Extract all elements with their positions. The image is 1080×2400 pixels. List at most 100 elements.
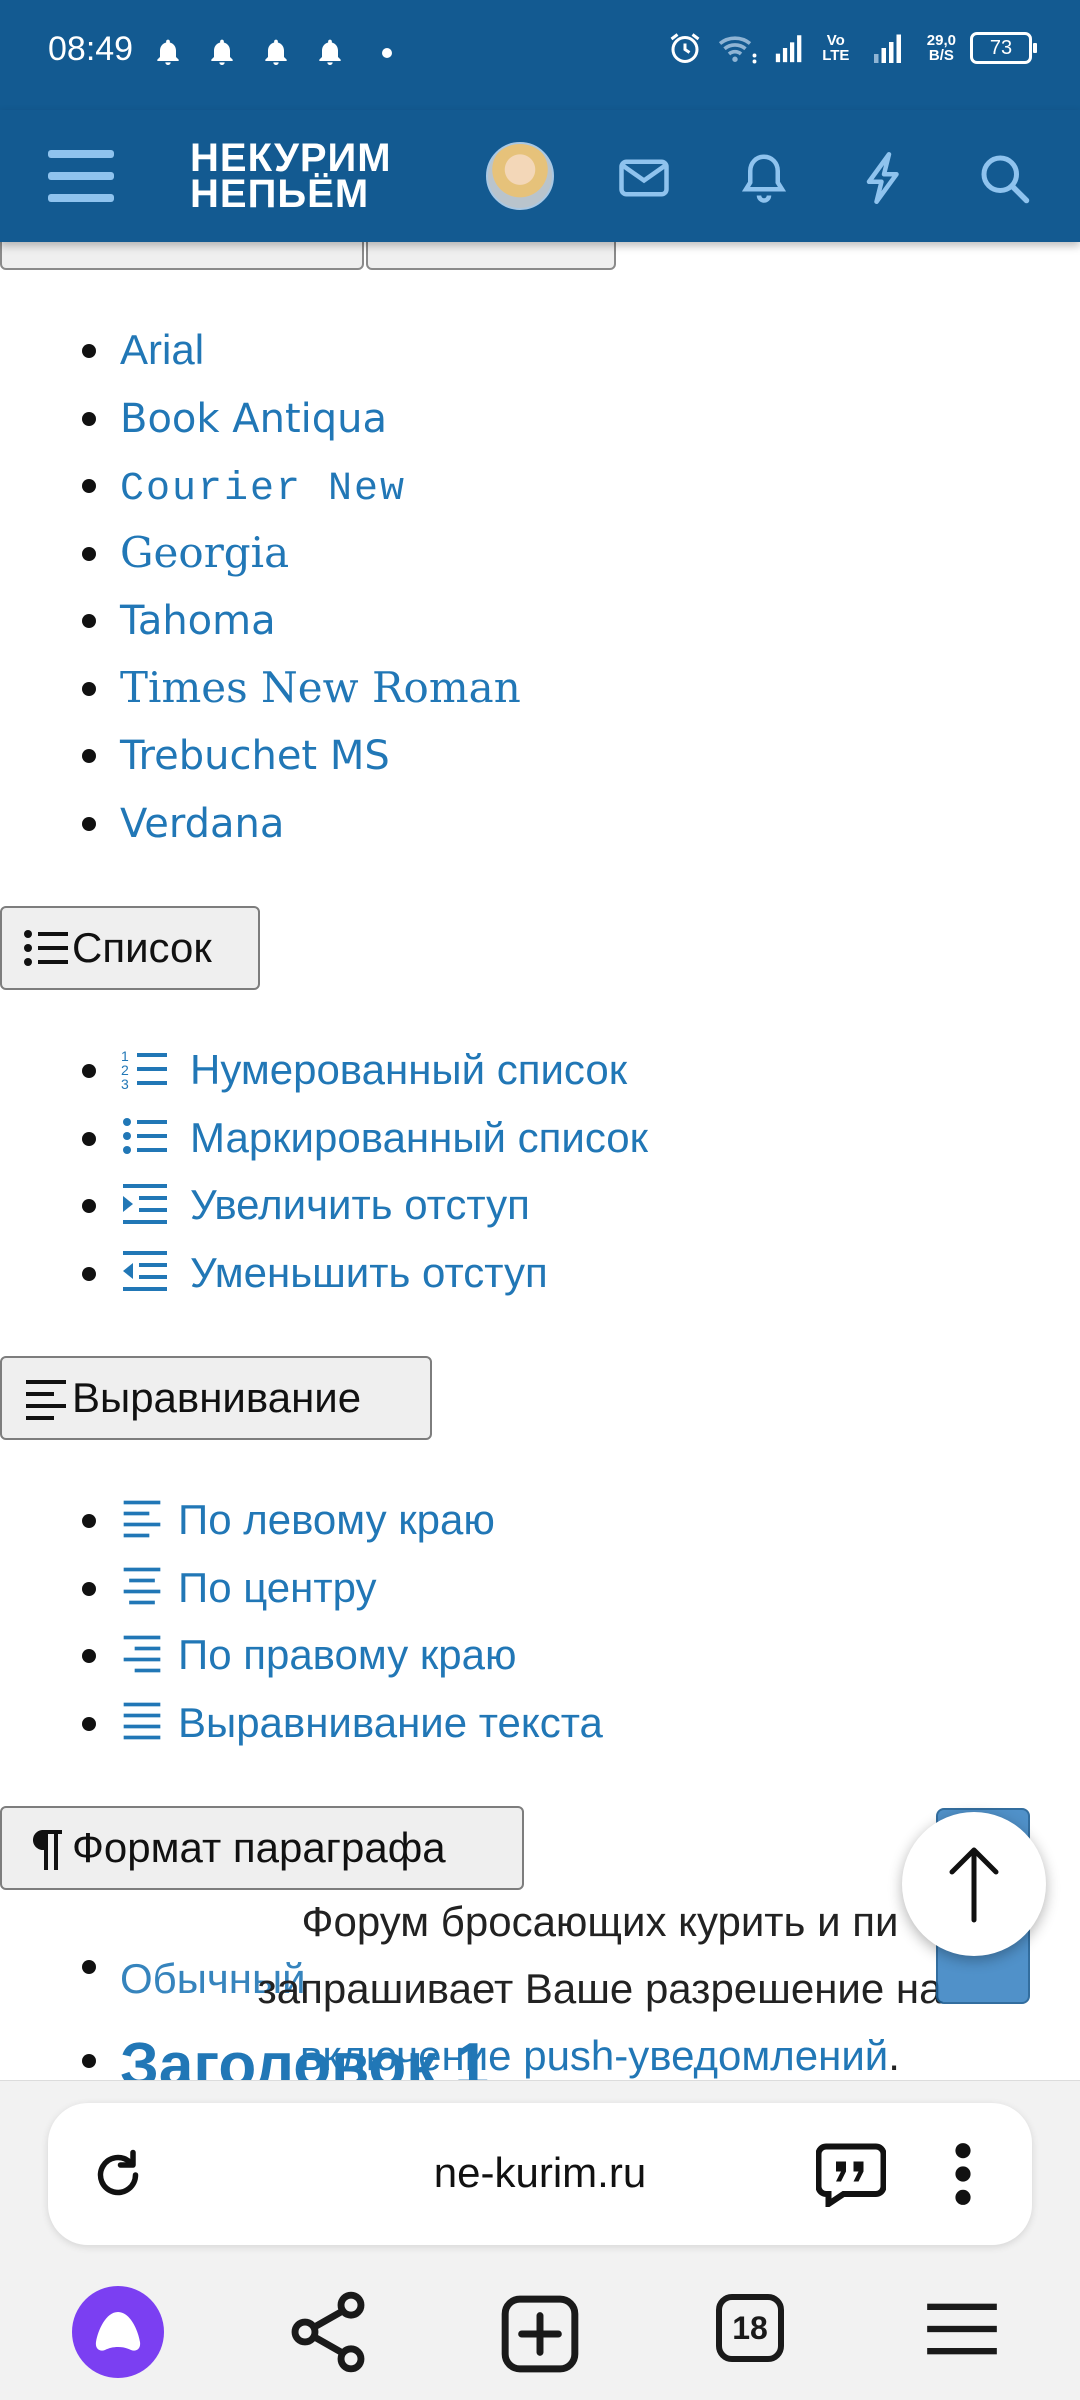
menu-icon[interactable] — [924, 2296, 1000, 2362]
align-right-icon — [123, 1635, 161, 1673]
font-label: Verdana — [120, 800, 285, 847]
font-label: Times New Roman — [120, 662, 521, 712]
network-speed: 29,0 B/S — [927, 33, 956, 63]
battery-indicator: 73 — [970, 32, 1037, 64]
outdent-icon — [123, 1251, 167, 1292]
font-label: Tahoma — [120, 598, 276, 644]
bullet-list-icon — [123, 1118, 167, 1155]
bell-icon — [265, 39, 287, 65]
indent-item[interactable]: Увеличить отступ — [0, 1171, 648, 1239]
list-option-label: Уменьшить отступ — [190, 1248, 548, 1296]
prompt-line2: запрашивает Ваше разрешение на — [257, 1965, 943, 2012]
logo-line1: НЕКУРИМ — [190, 136, 392, 180]
list-option-label: Маркированный список — [190, 1113, 649, 1161]
outdent-item[interactable]: Уменьшить отступ — [0, 1239, 648, 1307]
volte-label: Vo LTE — [822, 32, 850, 64]
align-option-label: Выравнивание текста — [178, 1698, 603, 1746]
font-item-times-new-roman[interactable]: Times New Roman — [0, 654, 521, 722]
quote-bubble-icon[interactable] — [816, 2141, 886, 2207]
wifi-icon — [718, 36, 757, 64]
align-left-item[interactable]: По левому краю — [0, 1486, 603, 1554]
align-center-item[interactable]: По центру — [0, 1554, 603, 1622]
bulleted-list-item[interactable]: Маркированный список — [0, 1104, 648, 1172]
signal-icon — [873, 34, 901, 63]
numbered-list-item[interactable]: 1 2 3 Нумерованный список — [0, 1036, 648, 1104]
list-options: 1 2 3 Нумерованный список Маркированный спи… — [0, 1036, 648, 1306]
font-label: Book Antiqua — [120, 395, 388, 442]
align-left-icon — [26, 1380, 66, 1420]
toolbar-button-partial[interactable] — [0, 242, 364, 270]
page-content: Arial Book Antiqua Courier New Georgia T… — [0, 242, 1080, 2080]
list-option-label: Нумерованный список — [190, 1046, 628, 1093]
speed-value: 29,0 — [926, 32, 956, 49]
font-item-tahoma[interactable]: Tahoma — [0, 586, 521, 654]
font-item-courier-new[interactable]: Courier New — [0, 451, 521, 519]
font-item-georgia[interactable]: Georgia — [0, 519, 521, 587]
arrow-up-icon — [949, 1847, 999, 1923]
font-item-arial[interactable]: Arial — [0, 316, 521, 384]
bell-icon — [211, 39, 233, 65]
signal-icon — [775, 35, 802, 63]
user-avatar[interactable] — [486, 142, 554, 210]
list-button[interactable]: Список — [0, 906, 260, 990]
align-center-icon — [123, 1568, 161, 1605]
site-logo[interactable]: НЕКУРИМ НЕПЬЁМ — [190, 136, 392, 216]
bullet-list-icon — [24, 930, 68, 966]
alice-icon — [95, 2312, 141, 2351]
mail-icon[interactable] — [614, 148, 674, 208]
tabs-counter-button[interactable]: 18 — [716, 2294, 784, 2362]
menu-button[interactable] — [48, 150, 114, 206]
more-vert-icon[interactable] — [948, 2139, 978, 2209]
toolbar-button-partial[interactable] — [366, 242, 616, 270]
prompt-line1: Форум бросающих курить и пи — [301, 1898, 899, 1945]
indent-icon — [123, 1183, 167, 1224]
align-justify-icon — [123, 1703, 161, 1740]
site-header: НЕКУРИМ НЕПЬЁМ — [0, 110, 1080, 242]
new-tab-icon[interactable] — [496, 2290, 584, 2378]
alarm-icon — [670, 33, 700, 63]
logo-line2: НЕПЬЁМ — [190, 172, 370, 216]
align-button[interactable]: Выравнивание — [0, 1356, 432, 1440]
bell-icon — [319, 39, 341, 65]
align-option-label: По правому краю — [178, 1631, 517, 1678]
align-right-item[interactable]: По правому краю — [0, 1621, 603, 1689]
prompt-period: . — [888, 2032, 900, 2079]
font-list: Arial Book Antiqua Courier New Georgia T… — [0, 316, 521, 856]
search-icon[interactable] — [974, 148, 1034, 208]
align-left-icon — [123, 1500, 161, 1538]
font-label: Trebuchet MS — [120, 733, 390, 779]
font-label: Arial — [120, 326, 205, 373]
pilcrow-icon — [32, 1830, 62, 1870]
align-button-label: Выравнивание — [72, 1374, 362, 1421]
enable-push-link[interactable]: включение push-уведомлений — [300, 2032, 888, 2079]
status-right: Vo LTE 29,0 B/S 73 — [667, 30, 1037, 66]
font-label: Courier New — [120, 467, 407, 512]
font-label: Georgia — [120, 527, 290, 577]
share-icon[interactable] — [282, 2286, 374, 2378]
bell-icon[interactable] — [734, 148, 794, 208]
speed-unit: B/S — [928, 47, 954, 64]
lightning-icon[interactable] — [854, 148, 914, 208]
justify-item[interactable]: Выравнивание текста — [0, 1689, 603, 1757]
align-option-label: По центру — [178, 1563, 377, 1611]
list-button-label: Список — [72, 924, 212, 971]
svg-text:3: 3 — [121, 1076, 129, 1091]
numbered-list-icon: 123 — [121, 1048, 167, 1091]
status-bar: 08:49 Vo LTE 29,0 B/S 73 — [0, 0, 1080, 110]
align-options: По левому краю По центру По правому краю… — [0, 1486, 603, 1756]
font-item-verdana[interactable]: Verdana — [0, 789, 521, 857]
font-item-trebuchet-ms[interactable]: Trebuchet MS — [0, 721, 521, 789]
status-time: 08:49 — [48, 30, 134, 68]
more-notifications-dot — [382, 48, 392, 58]
bell-icon — [157, 39, 179, 65]
align-option-label: По левому краю — [178, 1496, 495, 1543]
scroll-top-button[interactable] — [902, 1812, 1046, 1956]
address-bar[interactable]: ne-kurim.ru — [48, 2103, 1032, 2245]
paragraph-format-label: Формат параграфа — [72, 1824, 446, 1871]
font-item-book-antiqua[interactable]: Book Antiqua — [0, 384, 521, 452]
push-permission-prompt: Форум бросающих курить и пи запрашивает … — [200, 1888, 1000, 2089]
alice-assistant-button[interactable] — [72, 2286, 164, 2378]
paragraph-format-button[interactable]: Формат параграфа — [0, 1806, 524, 1890]
list-option-label: Увеличить отступ — [190, 1181, 530, 1228]
prompt-line3: включение push-уведомлений. — [200, 2022, 1000, 2089]
